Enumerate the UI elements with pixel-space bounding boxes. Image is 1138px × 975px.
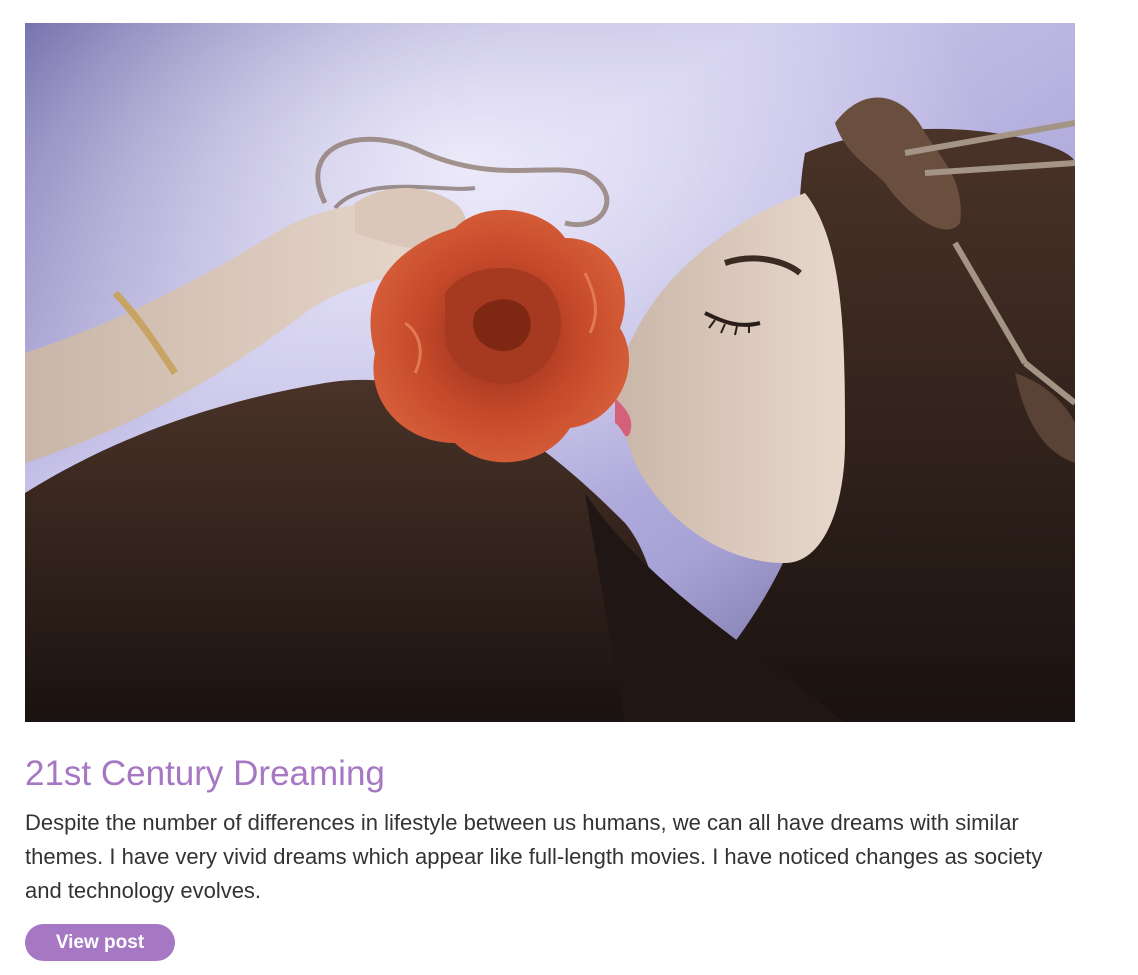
post-title[interactable]: 21st Century Dreaming <box>25 754 1075 794</box>
post-featured-image[interactable] <box>25 23 1075 722</box>
post-card: 21st Century Dreaming Despite the number… <box>25 23 1075 961</box>
post-excerpt: Despite the number of differences in lif… <box>25 810 1043 903</box>
view-post-button[interactable]: View post <box>25 924 175 961</box>
